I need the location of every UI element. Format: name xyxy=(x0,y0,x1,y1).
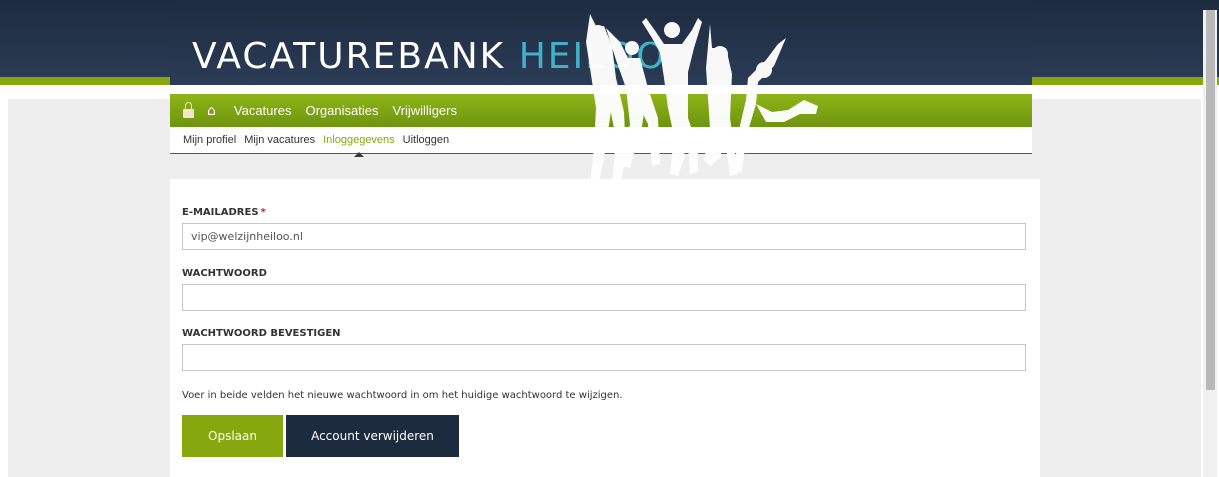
password-confirm-label: WACHTWOORD BEVESTIGEN xyxy=(182,328,341,339)
jumping-people-illustration xyxy=(586,14,818,186)
logo-word-vacaturebank: VACATUREBANK xyxy=(192,36,506,77)
delete-account-button[interactable]: Account verwijderen xyxy=(286,415,459,457)
password-label: WACHTWOORD xyxy=(182,268,267,279)
lock-icon[interactable] xyxy=(183,102,194,118)
home-icon[interactable]: ⌂ xyxy=(207,104,216,118)
password-hint: Voer in beide velden het nieuwe wachtwoo… xyxy=(182,390,623,401)
save-button[interactable]: Opslaan xyxy=(182,415,283,457)
login-details-form: E-MAILADRES* WACHTWOORD WACHTWOORD BEVES… xyxy=(170,179,1040,477)
scrollbar-thumb[interactable] xyxy=(1206,10,1215,390)
subnav-item-inloggegevens[interactable]: Inloggegevens xyxy=(323,134,395,157)
email-field[interactable] xyxy=(182,223,1026,250)
vertical-scrollbar[interactable] xyxy=(1203,10,1217,477)
subnav-item-mijn-profiel[interactable]: Mijn profiel xyxy=(183,134,236,146)
password-field[interactable] xyxy=(182,284,1026,311)
required-marker: * xyxy=(260,207,266,218)
email-label-text: E-MAILADRES xyxy=(182,207,259,218)
nav-item-vrijwilligers[interactable]: Vrijwilligers xyxy=(392,103,457,118)
password-confirm-field[interactable] xyxy=(182,344,1026,371)
nav-item-organisaties[interactable]: Organisaties xyxy=(305,103,378,118)
nav-item-vacatures[interactable]: Vacatures xyxy=(234,103,292,118)
subnav-item-mijn-vacatures[interactable]: Mijn vacatures xyxy=(244,134,315,146)
email-label: E-MAILADRES * xyxy=(182,207,266,218)
subnav-item-uitloggen[interactable]: Uitloggen xyxy=(403,134,449,146)
